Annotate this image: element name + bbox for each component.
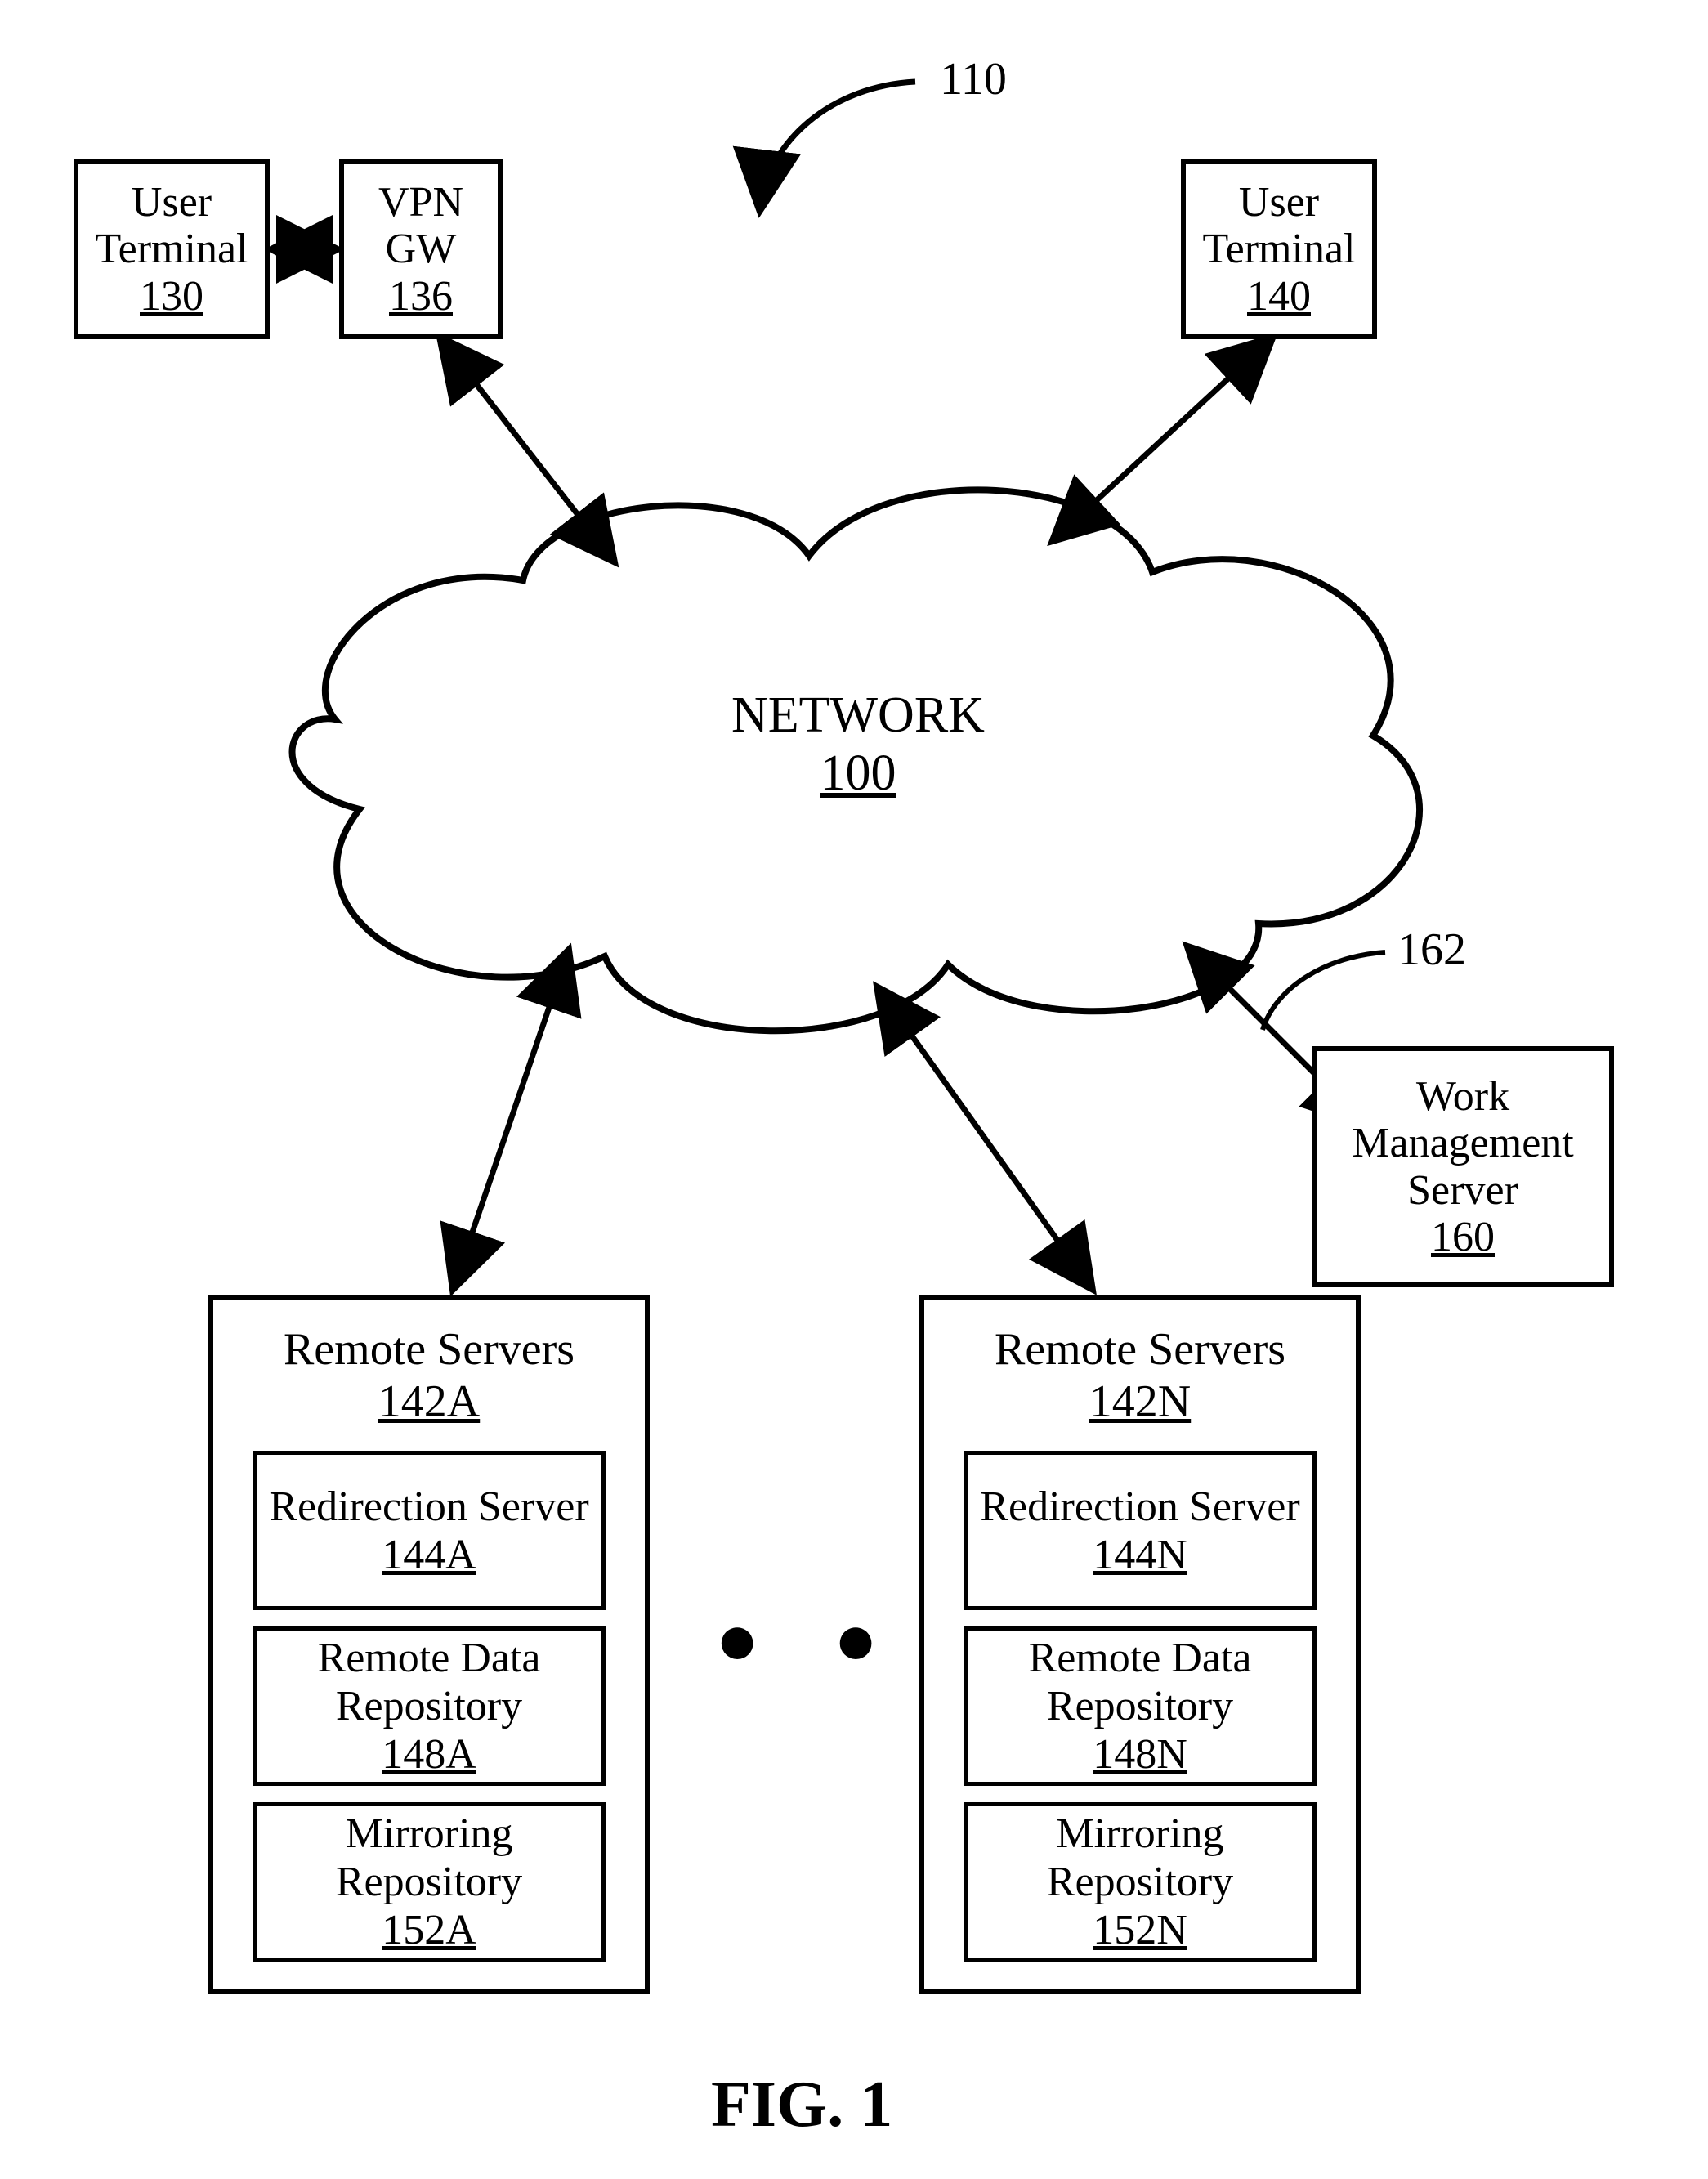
remote-data-repo-left: Remote Data Repository 148A: [253, 1626, 606, 1786]
vpn-label2: GW: [386, 226, 457, 272]
network-label: NETWORK 100: [711, 687, 1005, 803]
ut130-label: User Terminal: [78, 179, 265, 272]
system-ref-arrow: [760, 82, 915, 208]
servers-left-title: Remote Servers: [284, 1323, 575, 1376]
system-ref-label: 110: [940, 53, 1007, 105]
rdr-right-ref: 148N: [1093, 1730, 1187, 1779]
redir-right-ref: 144N: [1093, 1531, 1187, 1579]
vpn-ref: 136: [389, 273, 453, 320]
servers-right-header: Remote Servers 142N: [995, 1323, 1285, 1428]
ut130-ref: 130: [140, 273, 203, 320]
redir-left-ref: 144A: [382, 1531, 476, 1579]
redir-left-label: Redirection Server: [269, 1483, 588, 1531]
redirection-server-left: Redirection Server 144A: [253, 1451, 606, 1610]
mirror-right-label: Mirroring Repository: [968, 1810, 1313, 1906]
remote-servers-left: Remote Servers 142A Redirection Server 1…: [208, 1295, 650, 1994]
ut140-label: User Terminal: [1186, 179, 1372, 272]
wms-line1: Work: [1416, 1073, 1509, 1120]
wms-line2: Management: [1352, 1120, 1573, 1166]
figure-label: FIG. 1: [711, 2068, 892, 2142]
user-terminal-140: User Terminal 140: [1181, 159, 1377, 339]
redir-right-label: Redirection Server: [980, 1483, 1299, 1531]
mirroring-repo-left: Mirroring Repository 152A: [253, 1802, 606, 1962]
arrow-cloud-servers-right: [879, 989, 1091, 1287]
user-terminal-130: User Terminal 130: [74, 159, 270, 339]
remote-data-repo-right: Remote Data Repository 148N: [964, 1626, 1317, 1786]
arrow-ut140-cloud: [1054, 339, 1271, 539]
wms-callout-label: 162: [1397, 924, 1466, 976]
vpn-label1: VPN: [378, 179, 463, 226]
rdr-right-label: Remote Data Repository: [968, 1634, 1313, 1730]
network-title: NETWORK: [711, 687, 1005, 745]
mirror-left-ref: 152A: [382, 1906, 476, 1954]
network-ref: 100: [711, 745, 1005, 803]
rdr-left-label: Remote Data Repository: [257, 1634, 602, 1730]
redirection-server-right: Redirection Server 144N: [964, 1451, 1317, 1610]
servers-right-ref: 142N: [995, 1376, 1285, 1428]
mirror-right-ref: 152N: [1093, 1906, 1187, 1954]
mirror-left-label: Mirroring Repository: [257, 1810, 602, 1906]
wms-callout-arrow: [1263, 952, 1385, 1030]
mirroring-repo-right: Mirroring Repository 152N: [964, 1802, 1317, 1962]
vpn-gw-136: VPN GW 136: [339, 159, 503, 339]
servers-left-header: Remote Servers 142A: [284, 1323, 575, 1428]
arrow-cloud-servers-left: [454, 952, 568, 1287]
arrow-vpngw-cloud: [441, 339, 613, 560]
servers-right-title: Remote Servers: [995, 1323, 1285, 1376]
ut140-ref: 140: [1247, 273, 1311, 320]
wms-ref: 160: [1431, 1214, 1495, 1260]
remote-servers-right: Remote Servers 142N Redirection Server 1…: [919, 1295, 1361, 1994]
work-mgmt-server: Work Management Server 160: [1312, 1046, 1614, 1287]
servers-left-ref: 142A: [284, 1376, 575, 1428]
diagram-stage: 110 User Terminal 130 VPN GW 136 User Te…: [0, 0, 1708, 2179]
rdr-left-ref: 148A: [382, 1730, 476, 1779]
wms-line3: Server: [1407, 1167, 1518, 1214]
